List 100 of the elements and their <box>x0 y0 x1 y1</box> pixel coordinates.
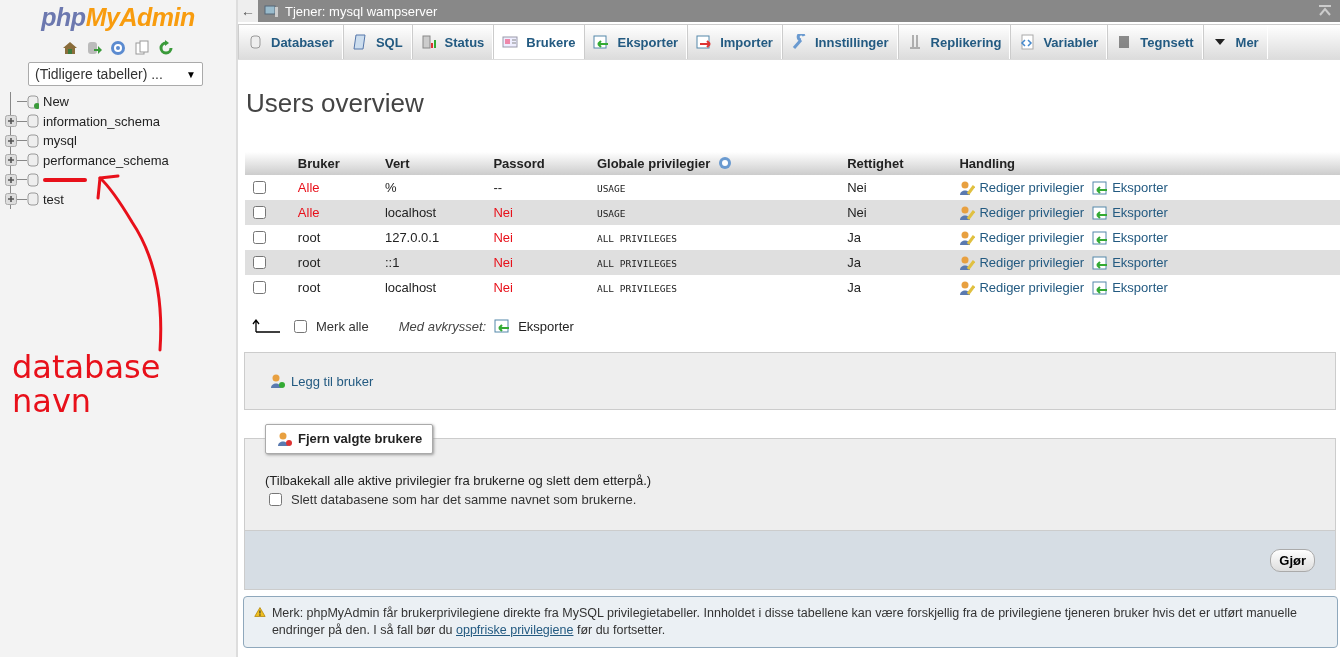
back-button[interactable]: ← <box>238 0 258 22</box>
notice-text: Merk: phpMyAdmin får brukerprivilegiene direkte fra MySQL privilegietabeller. Innholdet i disse tabellene kan være forskjellig fra de privilegiene tjeneren bruker hvis det er utført manuelle endringer på den. I så fall bør du oppfriske privilegiene før du fortsetter. <box>271 605 1298 639</box>
table-cell: % <box>384 180 397 195</box>
help-icon[interactable] <box>110 40 126 56</box>
remove-description: (Tilbakekall alle aktive privilegier fra brukerne og slett dem etterpå.) <box>265 473 653 488</box>
database-link[interactable]: New <box>43 94 69 110</box>
table-cell: Ja <box>847 255 861 270</box>
database-arrow-icon[interactable] <box>86 40 102 56</box>
database-icon <box>27 114 39 129</box>
table-cell: ALL PRIVILEGES <box>596 258 677 269</box>
table-cell: Ja <box>847 230 861 245</box>
with-selected-label: Med avkrysset: <box>398 318 487 334</box>
refresh-privileges-link[interactable]: oppfriske privilegiene <box>456 623 574 637</box>
table-cell: ALL PRIVILEGES <box>596 233 677 244</box>
page-heading: Users overview <box>246 88 425 119</box>
table-cell: Alle <box>297 205 320 220</box>
scroll-icon <box>351 34 368 50</box>
recent-tables-dropdown[interactable]: (Tidligere tabeller) ... ▼ <box>28 62 203 86</box>
menu-tab[interactable]: Mer <box>1202 25 1268 59</box>
add-user-link[interactable]: Legg til bruker <box>291 373 374 389</box>
column-header: Vert <box>380 152 490 175</box>
menu-tab[interactable]: Tegnsett <box>1107 25 1203 59</box>
database-link[interactable]: performance_schema <box>43 152 169 168</box>
column-header: Handling <box>955 152 1340 175</box>
table-cell: root <box>297 255 321 270</box>
select-all-checkbox[interactable] <box>294 319 307 333</box>
server-icon <box>264 4 279 18</box>
edit-privileges-link[interactable]: Rediger privilegier <box>979 230 1085 245</box>
select-all-label[interactable]: Merk alle <box>316 318 369 334</box>
expand-icon[interactable] <box>5 173 17 186</box>
user-edit-icon <box>959 229 976 246</box>
menu-tab[interactable]: Innstillinger <box>781 25 898 59</box>
database-icon <box>27 153 39 168</box>
edit-privileges-link[interactable]: Rediger privilegier <box>979 205 1085 220</box>
user-edit-icon <box>959 254 976 271</box>
table-cell: Nei <box>847 180 867 195</box>
export-icon <box>1092 229 1109 246</box>
expand-icon[interactable] <box>5 154 17 167</box>
table-cell: Ja <box>847 280 861 295</box>
user-edit-icon <box>959 179 976 196</box>
table-cell: 127.0.0.1 <box>384 230 440 245</box>
expand-icon[interactable] <box>5 193 17 206</box>
table-cell: Nei <box>493 230 513 245</box>
row-checkbox[interactable] <box>253 281 266 294</box>
row-checkbox[interactable] <box>253 231 266 244</box>
export-link[interactable]: Eksporter <box>1112 205 1168 220</box>
drop-databases-label[interactable]: Slett databasene som har det samme navnet som brukerne. <box>291 492 637 507</box>
row-checkbox[interactable] <box>253 181 266 194</box>
table-cell: USAGE <box>596 208 626 219</box>
table-cell: USAGE <box>596 183 626 194</box>
home-icon[interactable] <box>62 40 78 56</box>
table-cell: root <box>297 280 321 295</box>
expand-icon[interactable] <box>5 115 17 128</box>
go-button[interactable]: Gjør <box>1270 548 1315 572</box>
table-cell: Nei <box>493 280 513 295</box>
menu-tab[interactable]: Replikering <box>897 25 1011 59</box>
database-link[interactable]: test <box>43 191 64 207</box>
menu-tab[interactable]: Brukere <box>493 25 585 59</box>
export-link[interactable]: Eksporter <box>1112 280 1168 295</box>
table-cell: Alle <box>297 180 320 195</box>
edit-privileges-link[interactable]: Rediger privilegier <box>979 180 1085 195</box>
expand-icon[interactable] <box>5 134 17 147</box>
annotation-text: database navn <box>12 350 162 418</box>
reload-icon[interactable] <box>158 40 174 56</box>
table-cell: root <box>297 230 321 245</box>
menu-tab[interactable]: Variabler <box>1010 25 1108 59</box>
import-icon <box>696 34 713 50</box>
export-icon <box>1092 204 1109 221</box>
help-icon[interactable] <box>718 156 733 170</box>
menu-tab[interactable]: Databaser <box>238 25 343 59</box>
menu-tab[interactable]: Eksporter <box>584 25 688 59</box>
table-cell: localhost <box>384 205 437 220</box>
menu-tab[interactable]: SQL <box>342 25 412 59</box>
user-remove-icon <box>276 431 292 447</box>
edit-privileges-link[interactable]: Rediger privilegier <box>979 280 1085 295</box>
database-link[interactable]: information_schema <box>43 113 161 129</box>
drop-databases-checkbox[interactable] <box>269 493 282 506</box>
table-cell: ALL PRIVILEGES <box>596 283 677 294</box>
export-link[interactable]: Eksporter <box>1112 255 1168 270</box>
server-chart-icon <box>420 34 437 50</box>
table-cell: -- <box>493 180 503 195</box>
server-title: Tjener: mysql wampserver <box>285 3 439 19</box>
export-link[interactable]: Eksporter <box>1112 180 1168 195</box>
table-cell: Nei <box>493 255 513 270</box>
database-icon <box>27 172 39 187</box>
code-file-icon <box>1019 34 1036 50</box>
user-card-icon <box>502 34 519 50</box>
column-header: Passord <box>489 152 593 175</box>
database-link[interactable]: mysql <box>43 133 77 149</box>
export-icon <box>1092 254 1109 271</box>
database-icon <box>27 94 39 109</box>
export-button[interactable]: Eksporter <box>518 318 574 334</box>
table-cell: localhost <box>384 280 437 295</box>
menu-tab[interactable]: Importer <box>687 25 782 59</box>
column-header: Rettighet <box>843 152 956 175</box>
edit-privileges-link[interactable]: Rediger privilegier <box>979 255 1085 270</box>
export-link[interactable]: Eksporter <box>1112 230 1168 245</box>
export-icon <box>593 34 610 50</box>
row-checkbox[interactable] <box>253 256 266 269</box>
row-checkbox[interactable] <box>253 206 266 219</box>
